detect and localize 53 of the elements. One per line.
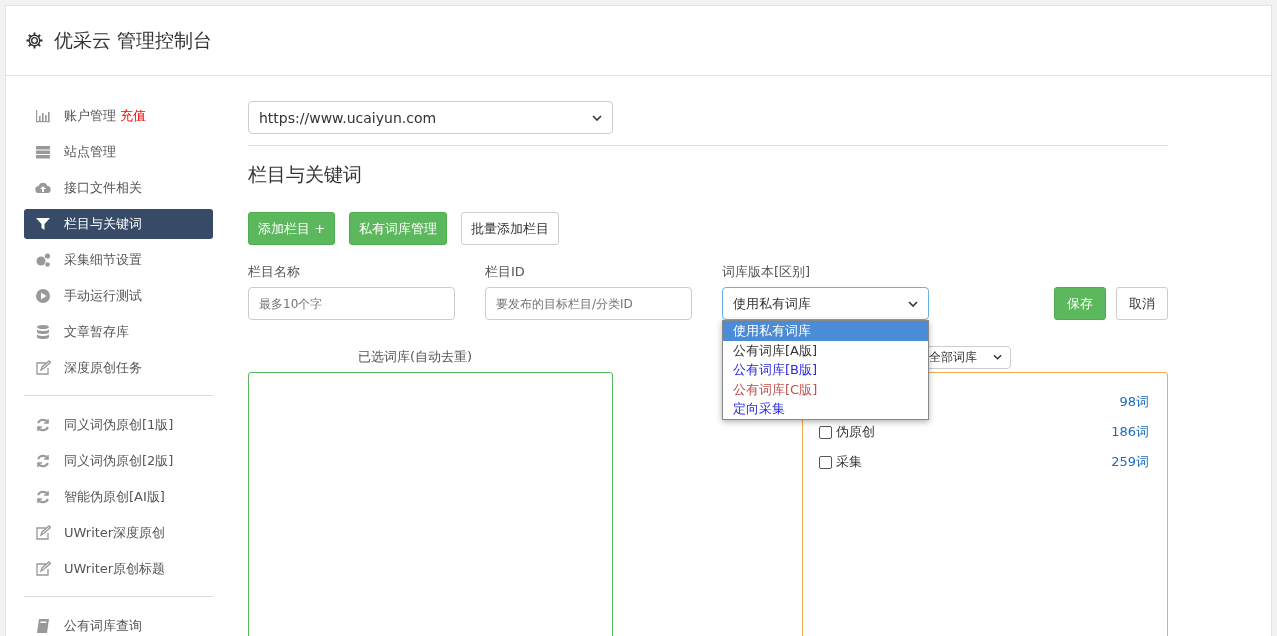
sidebar-item[interactable]: 文章暂存库 xyxy=(24,317,213,347)
cancel-button[interactable]: 取消 xyxy=(1116,287,1168,320)
caret-icon xyxy=(592,114,602,121)
action-button[interactable]: 批量添加栏目 xyxy=(461,212,560,245)
server-icon xyxy=(35,144,51,160)
field-label: 词库版本[区别] xyxy=(722,263,812,281)
caret-icon xyxy=(993,354,1003,360)
sidebar-item[interactable]: 手动运行测试 xyxy=(24,281,213,311)
word-count: 259词 xyxy=(1111,453,1149,471)
refresh-icon xyxy=(35,453,51,469)
field-label: 栏目ID xyxy=(485,263,526,281)
sidebar-item[interactable]: 公有词库查询 xyxy=(24,611,213,636)
library-version-select[interactable]: 使用私有词库 xyxy=(722,287,929,320)
sidebar-item[interactable]: 深度原创任务 xyxy=(24,353,213,383)
app-title: 优采云 管理控制台 xyxy=(54,27,213,53)
column-id-field[interactable]: 要发布的目标栏目/分类ID xyxy=(485,287,692,320)
refresh-icon xyxy=(35,489,51,505)
dropdown-option[interactable]: 定向采集 xyxy=(723,399,928,419)
sidebar-item[interactable]: 采集细节设置 xyxy=(24,245,213,275)
cloud-icon xyxy=(35,180,51,196)
refresh-icon xyxy=(35,417,51,433)
sidebar-item[interactable]: 账户管理 充值 xyxy=(24,101,213,131)
checkbox[interactable] xyxy=(819,455,832,469)
word-count: 98词 xyxy=(1119,393,1149,411)
selected-libraries-label: 已选词库(自动去重) xyxy=(358,348,473,366)
database-icon xyxy=(35,324,51,340)
sidebar-item[interactable]: 接口文件相关 xyxy=(24,173,213,203)
dropdown-option[interactable]: 公有词库[C版] xyxy=(723,379,928,399)
sidebar-item[interactable]: 同义词伪原创[2版] xyxy=(24,446,213,476)
chart-icon xyxy=(35,108,51,124)
caret-icon xyxy=(908,300,918,307)
sidebar-item[interactable]: UWriter原创标题 xyxy=(24,554,213,584)
checkbox[interactable] xyxy=(819,425,832,439)
library-name: 采集 xyxy=(836,453,862,471)
library-name: 伪原创 xyxy=(836,423,875,441)
sidebar-item[interactable]: 同义词伪原创[1版] xyxy=(24,410,213,440)
sidebar-item[interactable]: UWriter深度原创 xyxy=(24,518,213,548)
sidebar-item[interactable]: 站点管理 xyxy=(24,137,213,167)
settings-icon xyxy=(25,31,44,50)
column-name-field[interactable]: 最多10个字 xyxy=(248,287,455,320)
play-icon xyxy=(35,288,51,304)
edit-icon xyxy=(35,525,51,541)
edit-icon xyxy=(35,561,51,577)
sidebar-item[interactable]: 栏目与关键词 xyxy=(24,209,213,239)
site-select[interactable]: https://www.ucaiyun.com xyxy=(248,101,613,134)
word-count: 186词 xyxy=(1111,423,1149,441)
recharge-link[interactable]: 充值 xyxy=(120,107,146,125)
field-label: 栏目名称 xyxy=(248,263,301,281)
section-title: 栏目与关键词 xyxy=(248,162,363,187)
book-icon xyxy=(35,618,51,634)
sidebar-item[interactable]: 智能伪原创[AI版] xyxy=(24,482,213,512)
edit-icon xyxy=(35,360,51,376)
filter-icon xyxy=(35,216,51,232)
